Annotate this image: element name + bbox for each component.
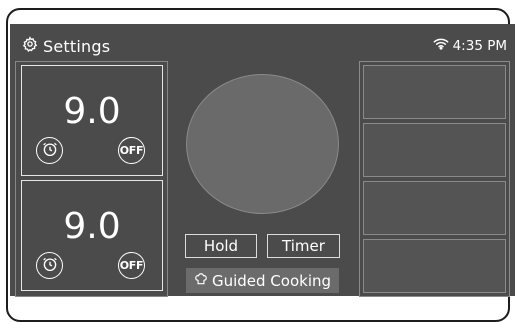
chef-hat-icon [194, 272, 212, 290]
guided-cooking-button[interactable]: Guided Cooking [186, 268, 339, 293]
clock-time: 4:35 PM [452, 37, 507, 54]
burner-1-panel[interactable]: 9.0 OFF [21, 65, 163, 176]
burner-2-off-button[interactable]: OFF [118, 252, 145, 279]
status-bar: Settings 4:35 PM [10, 24, 515, 60]
status-right: 4:35 PM [433, 37, 507, 54]
burner-1-timer-button[interactable] [36, 137, 63, 164]
wifi-icon [433, 37, 453, 54]
burner-2-panel[interactable]: 9.0 OFF [21, 180, 163, 291]
right-slot-1[interactable] [363, 65, 506, 119]
burner-2-timer-button[interactable] [36, 252, 63, 279]
right-slot-group [359, 61, 510, 297]
center-dial[interactable] [186, 74, 339, 214]
timer-button[interactable]: Timer [267, 234, 340, 258]
burner-1-off-button[interactable]: OFF [118, 137, 145, 164]
gear-icon [22, 36, 38, 56]
guided-cooking-label: Guided Cooking [211, 271, 332, 290]
right-slot-4[interactable] [363, 239, 506, 293]
hold-button[interactable]: Hold [185, 234, 257, 258]
burner-2-level: 9.0 [63, 206, 121, 247]
right-slot-2[interactable] [363, 123, 506, 177]
timer-icon [41, 255, 59, 277]
burner-panel-group: 9.0 OFF 9.0 OFF [15, 61, 168, 297]
burner-1-level: 9.0 [63, 91, 121, 132]
settings-label: Settings [43, 36, 111, 56]
settings-button[interactable]: Settings [22, 35, 110, 57]
timer-icon [41, 140, 59, 162]
right-slot-3[interactable] [363, 181, 506, 235]
